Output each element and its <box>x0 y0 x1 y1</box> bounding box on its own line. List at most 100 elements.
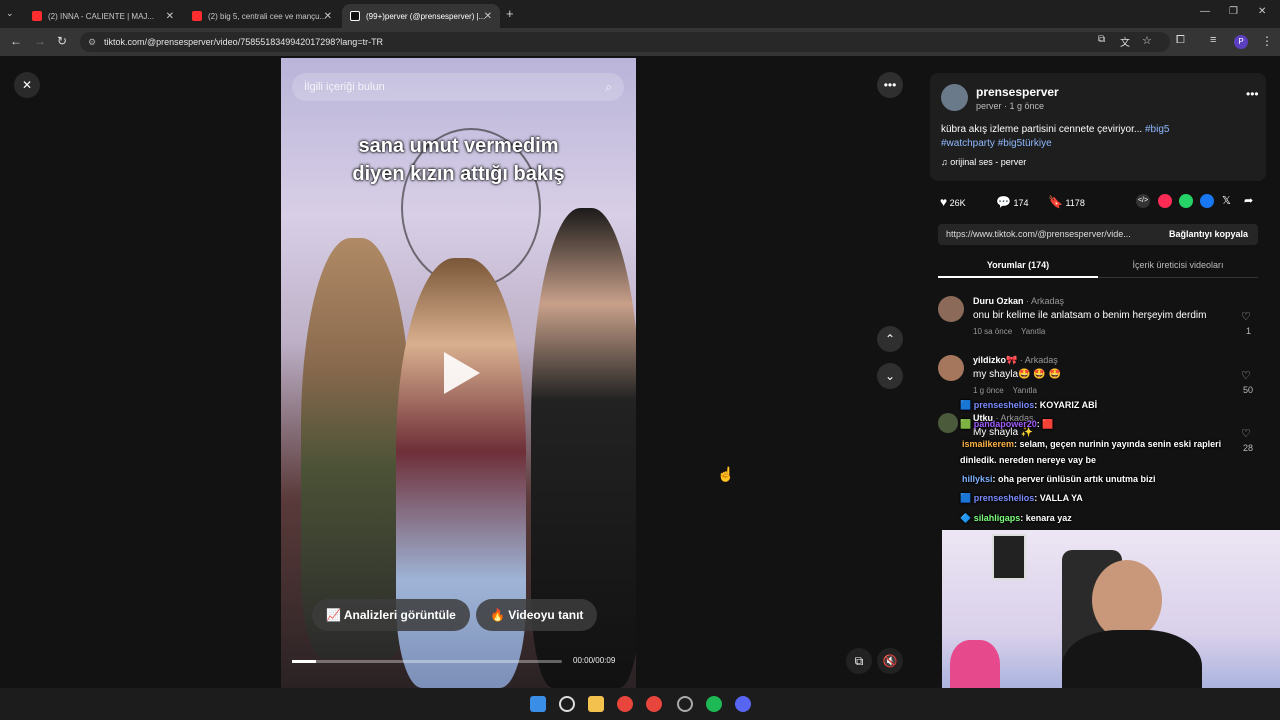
site-info-icon[interactable]: ⚙ <box>88 32 96 52</box>
share-tiktok-icon[interactable] <box>1158 194 1172 208</box>
promote-video-button[interactable]: 🔥 Videoyu tanıt <box>476 599 598 631</box>
heart-outline-icon[interactable]: ♡ <box>1241 427 1251 440</box>
related-search-input[interactable]: İlgili içeriği bulun ⌕ <box>292 73 624 101</box>
comment-like-count: 28 <box>1243 443 1254 453</box>
post-description: kübra akış izleme partisini cennete çevi… <box>941 123 1241 151</box>
comment-like-count: 50 <box>1243 385 1254 395</box>
reply-button[interactable]: Yanıtla <box>1013 386 1037 395</box>
back-icon[interactable]: ← <box>10 34 22 48</box>
hashtag[interactable]: #watchparty <box>941 138 995 149</box>
forward-icon[interactable]: → <box>34 34 46 48</box>
heart-outline-icon[interactable]: ♡ <box>1241 369 1251 382</box>
reload-icon[interactable]: ↻ <box>57 34 67 48</box>
close-icon[interactable]: ✕ <box>484 11 492 22</box>
browser-toolbar: ← → ↻ ⚙ tiktok.com/@prensesperver/video/… <box>0 28 1280 56</box>
post-more-icon[interactable]: ••• <box>1246 87 1259 101</box>
comment-icon: 💬 <box>996 195 1011 209</box>
install-icon[interactable]: ⧉ <box>1098 34 1105 45</box>
comment-author[interactable]: yildizko🎀 <box>973 355 1017 365</box>
browser-tab-1[interactable]: (2) INNA - CALIENTE | MAJ... ✕ <box>24 4 182 28</box>
mute-button[interactable]: 🔇 <box>877 648 903 674</box>
facebook-icon[interactable] <box>1200 194 1214 208</box>
more-options-button[interactable]: ••• <box>877 72 903 98</box>
comment-count: 174 <box>1013 198 1029 208</box>
avatar[interactable] <box>941 84 968 111</box>
url-input[interactable]: ⚙ tiktok.com/@prensesperver/video/758551… <box>80 32 1170 52</box>
youtube-icon <box>192 11 202 21</box>
chat-message: 🔷 silahligaps: kenara yaz <box>960 513 1072 524</box>
comment-item: yildizko🎀 · Arkadaş my shayla🤩 🤩 🤩 1 g ö… <box>938 355 1258 405</box>
menu-icon[interactable]: ⋮ <box>1261 34 1273 48</box>
avatar[interactable] <box>938 355 964 381</box>
view-analytics-button[interactable]: 📈 Analizleri görüntüle <box>312 599 470 631</box>
save-button[interactable]: 🔖 1178 <box>1048 195 1085 209</box>
window-close-button[interactable]: ✕ <box>1258 6 1266 17</box>
post-username[interactable]: prensesperver <box>976 85 1059 99</box>
close-video-button[interactable]: ✕ <box>14 72 40 98</box>
previous-video-button[interactable]: ⌃ <box>877 326 903 352</box>
comment-tabs: Yorumlar (174) İçerik üreticisi videolar… <box>938 256 1258 278</box>
heart-icon: ♥ <box>940 195 948 209</box>
new-tab-button[interactable]: + <box>506 6 514 21</box>
link-row: https://www.tiktok.com/@prensesperver/vi… <box>938 224 1258 245</box>
chat-message: 🟦 prenseshelios: KOYARIZ ABİ <box>960 400 1097 411</box>
bookmark-star-icon[interactable]: ☆ <box>1142 34 1152 47</box>
extensions-icon[interactable]: ⧠ <box>1176 34 1185 47</box>
save-count: 1178 <box>1065 198 1085 208</box>
close-icon[interactable]: ✕ <box>166 11 174 22</box>
chrome-icon[interactable] <box>617 696 633 712</box>
reading-list-icon[interactable]: ≡ <box>1210 34 1216 46</box>
chrome-icon[interactable] <box>646 696 662 712</box>
close-icon[interactable]: ✕ <box>324 11 332 22</box>
tab-search-icon[interactable]: ⌄ <box>6 8 14 19</box>
comment-time: 10 sa önce <box>973 327 1013 336</box>
obs-icon[interactable] <box>677 696 693 712</box>
hashtag[interactable]: #big5türkiye <box>998 138 1052 149</box>
post-link[interactable]: https://www.tiktok.com/@prensesperver/vi… <box>946 224 1131 245</box>
hashtag[interactable]: #big5 <box>1145 124 1169 135</box>
music-note-icon: ♫ <box>941 157 951 167</box>
video-player[interactable]: İlgili içeriği bulun ⌕ sana umut vermedi… <box>281 58 636 688</box>
badge-icon: 🟩 <box>960 419 974 429</box>
tab-creator-videos[interactable]: İçerik üreticisi videoları <box>1098 260 1258 270</box>
comment-item: Duru Ozkan · Arkadaş onu bir kelime ile … <box>938 296 1258 346</box>
comment-author[interactable]: Duru Ozkan <box>973 296 1024 306</box>
x-icon[interactable]: 𝕏 <box>1222 194 1231 207</box>
comment-button[interactable]: 💬 174 <box>996 195 1029 209</box>
windows-start-icon[interactable] <box>530 696 546 712</box>
mini-player-button[interactable]: ⧉ <box>846 648 872 674</box>
sound-link[interactable]: ♫ orijinal ses - perver <box>941 157 1026 167</box>
file-explorer-icon[interactable] <box>588 696 604 712</box>
browser-tab-3[interactable]: (99+)perver (@prensesperver) |... ✕ <box>342 4 500 28</box>
spotify-icon[interactable] <box>706 696 722 712</box>
translate-icon[interactable]: 文 <box>1120 34 1130 49</box>
search-icon[interactable] <box>559 696 575 712</box>
chat-user: hillyksi <box>962 474 993 484</box>
comment-time: 1 g önce <box>973 386 1004 395</box>
video-progress-bar[interactable] <box>292 660 562 663</box>
minimize-button[interactable]: — <box>1200 6 1210 17</box>
next-video-button[interactable]: ⌄ <box>877 363 903 389</box>
avatar[interactable] <box>938 413 958 433</box>
search-icon[interactable]: ⌕ <box>605 73 612 101</box>
chat-user: silahligaps <box>973 513 1021 523</box>
maximize-button[interactable]: ❐ <box>1229 6 1238 17</box>
tab-comments[interactable]: Yorumlar (174) <box>938 260 1098 270</box>
like-button[interactable]: ♥ 26K <box>940 195 966 209</box>
copy-link-button[interactable]: Bağlantıyı kopyala <box>1169 224 1248 245</box>
bookmark-icon: 🔖 <box>1048 195 1063 209</box>
chat-text: : 🟥 <box>1036 419 1054 429</box>
whatsapp-icon[interactable] <box>1179 194 1193 208</box>
discord-icon[interactable] <box>735 696 751 712</box>
chat-user: ismailkerem <box>962 439 1015 449</box>
caption-line-1: sana umut vermedim <box>358 135 559 157</box>
avatar[interactable] <box>938 296 964 322</box>
browser-tab-2[interactable]: (2) big 5, centrali cee ve mançu... ✕ <box>184 4 340 28</box>
share-icon[interactable]: ➦ <box>1244 194 1253 207</box>
profile-avatar[interactable]: P <box>1234 35 1248 49</box>
embed-icon[interactable]: </> <box>1136 194 1150 208</box>
reply-button[interactable]: Yanıtla <box>1021 327 1045 336</box>
heart-outline-icon[interactable]: ♡ <box>1241 310 1251 323</box>
chat-text: : KOYARIZ ABİ <box>1034 400 1098 410</box>
play-icon[interactable] <box>444 352 480 394</box>
